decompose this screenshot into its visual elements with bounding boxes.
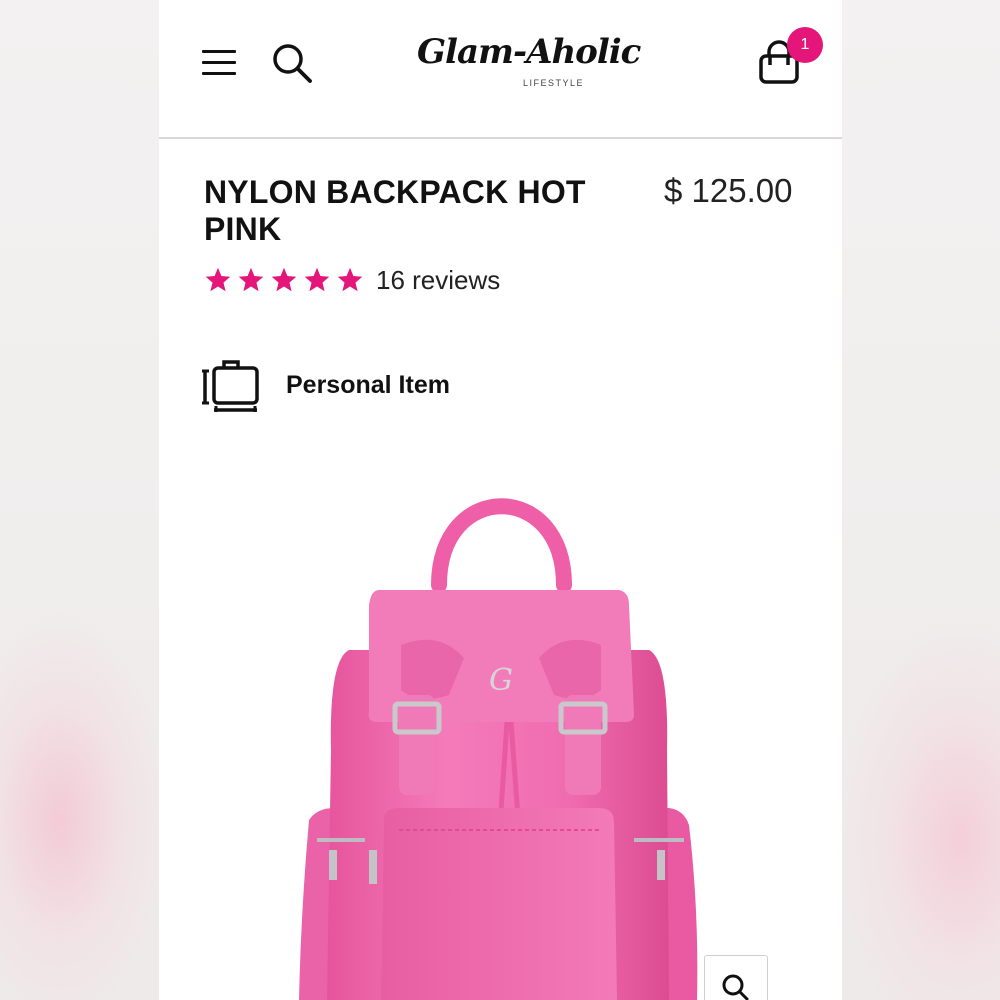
star-icon: [337, 267, 363, 292]
reviews-link[interactable]: 16 reviews: [376, 265, 500, 296]
zoom-icon: [722, 974, 749, 1000]
size-category-label: Personal Item: [286, 370, 450, 399]
product-title: NYLON BACKPACK HOT PINK: [204, 174, 586, 247]
zoom-button[interactable]: [704, 955, 768, 1000]
star-icon: [205, 267, 231, 292]
star-icon: [304, 267, 330, 292]
hamburger-line: [202, 61, 236, 64]
logo-subtext: LIFESTYLE: [523, 78, 585, 88]
menu-button[interactable]: [202, 48, 238, 78]
star-icon: [271, 267, 297, 292]
star-rating: [204, 266, 364, 294]
hamburger-line: [202, 72, 236, 75]
logo-text: Glam-Aholic: [417, 32, 641, 72]
hamburger-menu-icon: [202, 50, 236, 53]
background-blur-left: [0, 0, 160, 1000]
product-price: $ 125.00: [664, 172, 793, 209]
search-button[interactable]: [269, 40, 315, 86]
site-header: Glam-Aholic LIFESTYLE 1: [159, 0, 842, 139]
product-image[interactable]: G: [289, 490, 709, 1000]
svg-text:G: G: [489, 663, 513, 698]
search-icon: [273, 44, 312, 83]
product-page: Glam-Aholic LIFESTYLE 1 NYLON BACKPACK H…: [159, 0, 842, 1000]
star-icon: [238, 267, 264, 292]
size-category: Personal Item: [202, 357, 450, 413]
brand-logo[interactable]: Glam-Aholic LIFESTYLE: [417, 30, 641, 92]
product-rating[interactable]: 16 reviews: [204, 262, 500, 298]
cart-count-badge: 1: [787, 27, 823, 63]
luggage-icon: [202, 360, 259, 412]
background-blur-right: [840, 0, 1000, 1000]
